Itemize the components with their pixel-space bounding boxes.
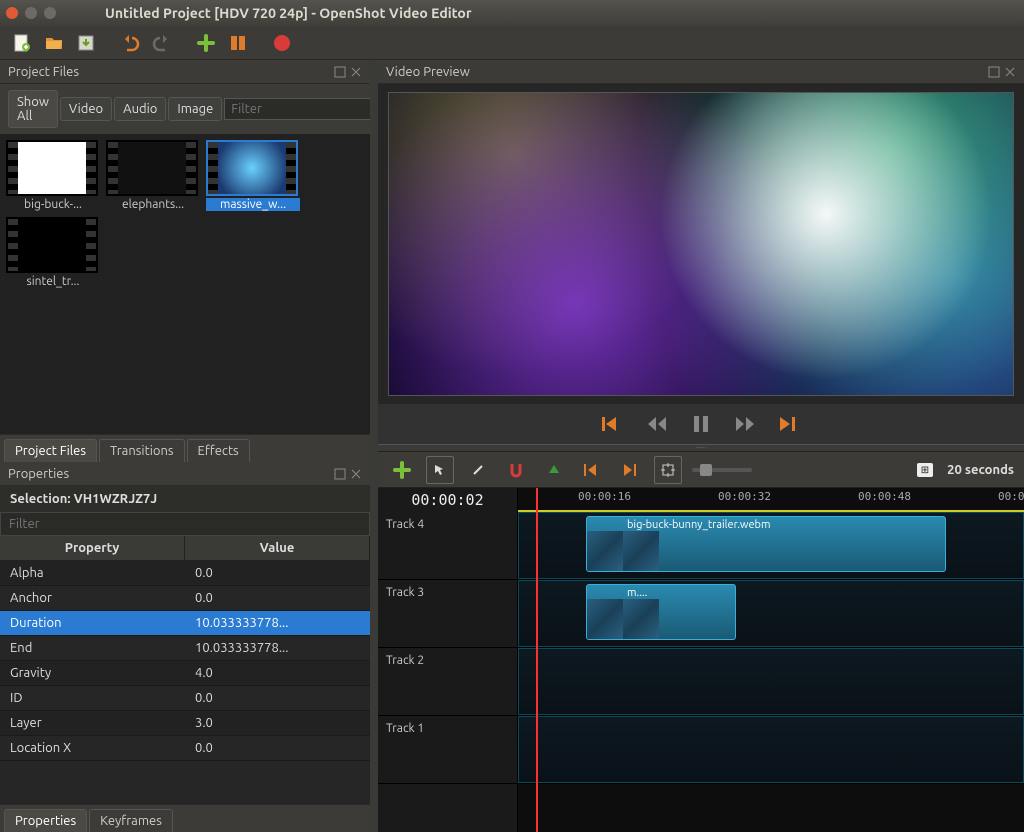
project-files-header: Project Files — [0, 60, 370, 84]
filter-audio-tab[interactable]: Audio — [114, 97, 166, 121]
video-preview-header: Video Preview — [378, 60, 1024, 84]
window-close-button[interactable] — [6, 7, 18, 19]
window-minimize-button[interactable] — [25, 7, 37, 19]
video-preview-panel — [378, 84, 1024, 444]
window-title: Untitled Project [HDV 720 24p] - OpenSho… — [105, 5, 472, 21]
timeline-track[interactable]: big-buck-bunny_trailer.webm — [518, 512, 1024, 580]
transport-controls — [378, 404, 1024, 444]
property-row[interactable]: Duration10.033333778... — [0, 611, 370, 636]
play-pause-button[interactable] — [687, 410, 715, 438]
new-project-button[interactable] — [8, 29, 36, 57]
timeline-tracks[interactable]: 00:00:1600:00:3200:00:4800:01:0400:01:20… — [518, 488, 1024, 832]
project-file-item[interactable]: sintel_tr... — [6, 217, 100, 288]
undock-icon[interactable] — [988, 66, 1000, 78]
pointer-tool-button[interactable] — [426, 456, 454, 484]
property-row[interactable]: End10.033333778... — [0, 636, 370, 661]
timeline-ruler[interactable]: 00:00:1600:00:3200:00:4800:01:0400:01:20… — [518, 488, 1024, 512]
open-project-button[interactable] — [40, 29, 68, 57]
rewind-button[interactable] — [643, 410, 671, 438]
project-files-panel: Show All Video Audio Image big-buck-...e… — [0, 84, 370, 434]
timeline-clip[interactable]: big-buck-bunny_trailer.webm — [586, 516, 946, 572]
next-marker-button[interactable] — [616, 456, 644, 484]
timeline-track[interactable] — [518, 716, 1024, 784]
ruler-tick: 00:00:16 — [578, 490, 631, 503]
ruler-tick: 00:00:32 — [718, 490, 771, 503]
properties-table: Property Value Alpha0.0Anchor0.0Duration… — [0, 536, 370, 804]
timeline-track[interactable]: m.... — [518, 580, 1024, 648]
tab-properties[interactable]: Properties — [4, 809, 87, 832]
column-property[interactable]: Property — [0, 536, 185, 560]
tab-effects[interactable]: Effects — [187, 439, 250, 462]
filter-video-tab[interactable]: Video — [60, 97, 112, 121]
filter-show-all-tab[interactable]: Show All — [8, 90, 58, 128]
fast-forward-button[interactable] — [731, 410, 759, 438]
zoom-slider[interactable] — [692, 468, 752, 472]
project-file-item[interactable]: massive_w... — [206, 140, 300, 211]
main-toolbar — [0, 26, 1024, 60]
tab-transitions[interactable]: Transitions — [99, 439, 185, 462]
razor-tool-button[interactable] — [464, 456, 492, 484]
undo-button[interactable] — [116, 29, 144, 57]
property-row[interactable]: Gravity4.0 — [0, 661, 370, 686]
selection-label: Selection: VH1WZRJZ7J — [0, 486, 370, 512]
properties-panel: Selection: VH1WZRJZ7J Property Value Alp… — [0, 486, 370, 832]
tab-keyframes[interactable]: Keyframes — [89, 809, 173, 832]
export-video-button[interactable] — [268, 29, 296, 57]
tab-project-files[interactable]: Project Files — [4, 439, 97, 462]
video-preview-title: Video Preview — [386, 65, 470, 79]
import-files-button[interactable] — [192, 29, 220, 57]
properties-title: Properties — [8, 467, 69, 481]
zoom-label: 20 seconds — [947, 463, 1014, 477]
jump-end-button[interactable] — [775, 410, 803, 438]
project-files-thumbnails: big-buck-...elephants...massive_w...sint… — [0, 134, 370, 434]
add-track-button[interactable] — [388, 456, 416, 484]
center-playhead-button[interactable] — [654, 456, 682, 484]
jump-start-button[interactable] — [599, 410, 627, 438]
property-row[interactable]: ID0.0 — [0, 686, 370, 711]
project-file-item[interactable]: elephants... — [106, 140, 200, 211]
save-project-button[interactable] — [72, 29, 100, 57]
window-maximize-button[interactable] — [44, 7, 56, 19]
track-label[interactable]: Track 3 — [378, 580, 517, 648]
add-marker-button[interactable] — [540, 456, 568, 484]
playhead[interactable] — [536, 488, 538, 832]
timeline-toolbar: ⊞ 20 seconds — [378, 452, 1024, 488]
choose-profile-button[interactable] — [224, 29, 252, 57]
property-row[interactable]: Anchor0.0 — [0, 586, 370, 611]
property-row[interactable]: Location X0.0 — [0, 736, 370, 761]
project-files-title: Project Files — [8, 65, 79, 79]
ruler-tick: 00:00:48 — [858, 490, 911, 503]
filter-image-tab[interactable]: Image — [168, 97, 222, 121]
timeline-clip[interactable]: m.... — [586, 584, 736, 640]
properties-filter-input[interactable] — [0, 512, 370, 536]
zoom-label-icon: ⊞ — [917, 463, 933, 477]
timeline-panel: ⊞ 20 seconds 00:00:02 Track 4Track 3Trac… — [378, 452, 1024, 832]
column-value[interactable]: Value — [185, 536, 370, 560]
playhead-time: 00:00:02 — [378, 488, 517, 512]
timeline-track[interactable] — [518, 648, 1024, 716]
track-label[interactable]: Track 4 — [378, 512, 517, 580]
track-labels: 00:00:02 Track 4Track 3Track 2Track 1 — [378, 488, 518, 832]
project-file-item[interactable]: big-buck-... — [6, 140, 100, 211]
undock-icon[interactable] — [334, 66, 346, 78]
properties-header: Properties — [0, 462, 370, 486]
close-panel-icon[interactable] — [1004, 66, 1016, 78]
close-panel-icon[interactable] — [350, 468, 362, 480]
vertical-splitter[interactable] — [370, 60, 378, 832]
project-lower-tabs: Project Files Transitions Effects — [0, 434, 370, 462]
undock-icon[interactable] — [334, 468, 346, 480]
snap-toggle-button[interactable] — [502, 456, 530, 484]
track-label[interactable]: Track 1 — [378, 716, 517, 784]
window-titlebar: Untitled Project [HDV 720 24p] - OpenSho… — [0, 0, 1024, 26]
video-preview-canvas[interactable] — [388, 92, 1014, 396]
property-row[interactable]: Alpha0.0 — [0, 561, 370, 586]
track-label[interactable]: Track 2 — [378, 648, 517, 716]
close-panel-icon[interactable] — [350, 66, 362, 78]
redo-button[interactable] — [148, 29, 176, 57]
prev-marker-button[interactable] — [578, 456, 606, 484]
ruler-tick: 00:01:04 — [998, 490, 1024, 503]
property-row[interactable]: Layer3.0 — [0, 711, 370, 736]
horizontal-splitter[interactable]: ······ — [378, 444, 1024, 452]
